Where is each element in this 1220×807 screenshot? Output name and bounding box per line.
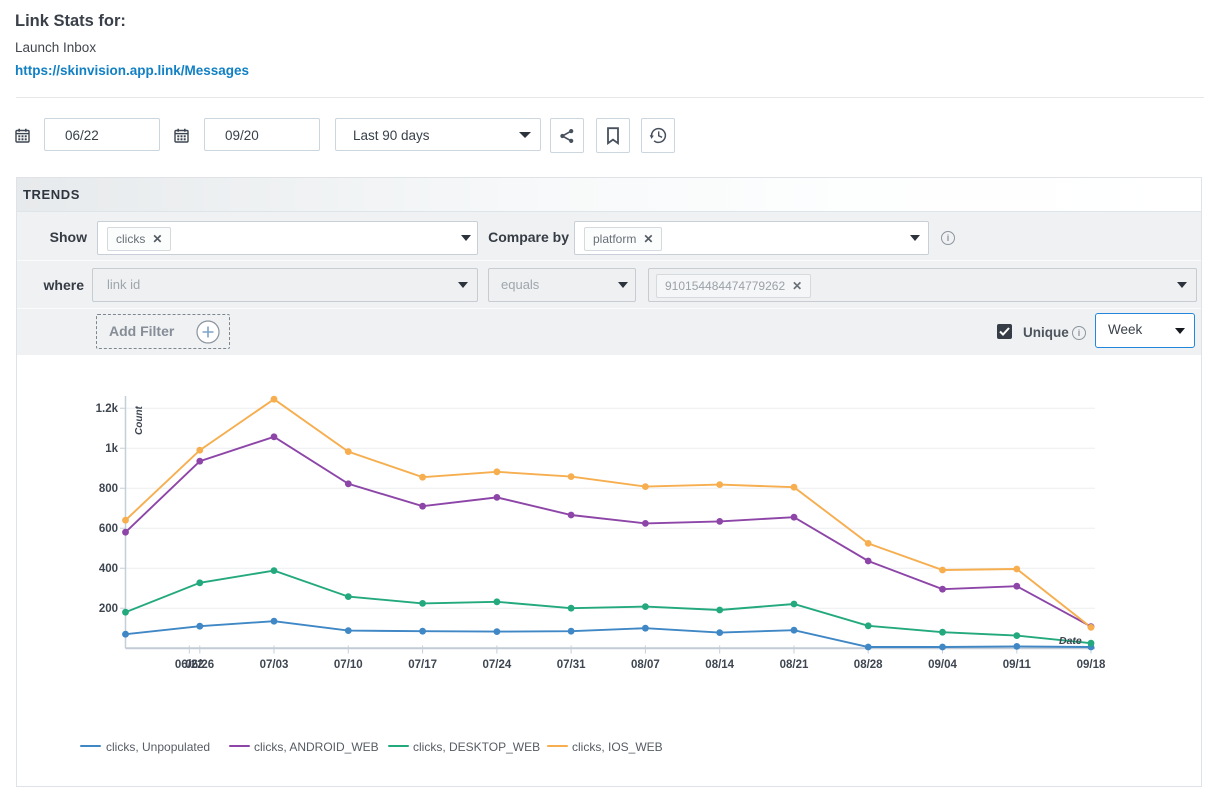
svg-text:600: 600	[99, 523, 118, 535]
svg-text:07/31: 07/31	[557, 659, 586, 671]
svg-text:08/14: 08/14	[705, 659, 734, 671]
svg-text:06/26: 06/26	[185, 659, 214, 671]
svg-text:1k: 1k	[105, 443, 118, 455]
svg-text:09/18: 09/18	[1077, 659, 1106, 671]
svg-text:08/21: 08/21	[780, 659, 809, 671]
svg-text:Count: Count	[134, 405, 145, 435]
svg-text:07/24: 07/24	[483, 659, 512, 671]
svg-text:09/11: 09/11	[1003, 659, 1032, 671]
svg-text:1.2k: 1.2k	[96, 403, 119, 415]
svg-text:400: 400	[99, 563, 118, 575]
svg-text:07/17: 07/17	[408, 659, 437, 671]
svg-text:Date: Date	[1059, 635, 1082, 647]
svg-text:08/07: 08/07	[631, 659, 660, 671]
svg-text:07/10: 07/10	[334, 659, 363, 671]
svg-text:07/03: 07/03	[260, 659, 289, 671]
svg-text:09/04: 09/04	[928, 659, 957, 671]
svg-text:800: 800	[99, 483, 118, 495]
svg-text:08/28: 08/28	[854, 659, 883, 671]
svg-text:200: 200	[99, 603, 118, 615]
